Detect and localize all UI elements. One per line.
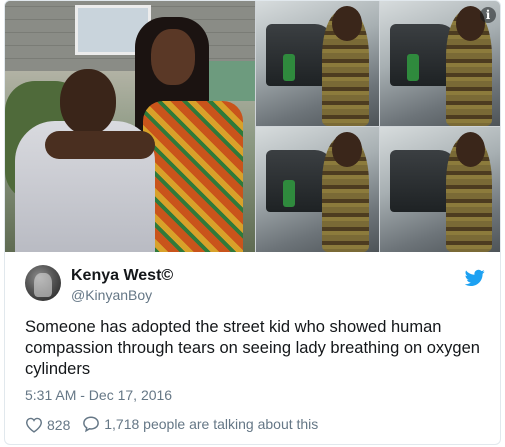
kid-head [455, 132, 485, 167]
author-name[interactable]: Kenya West© [71, 267, 173, 285]
photo-car-window-4[interactable] [380, 127, 500, 252]
tweet-actions: 828 1,718 people are talking about this [25, 415, 318, 435]
avatar[interactable] [25, 265, 61, 301]
kid-head [332, 6, 362, 41]
tweet-card[interactable]: i Kenya West© @KinyanBoy Someone has ado… [4, 0, 501, 445]
twitter-bird-icon[interactable] [465, 269, 485, 287]
woman-arm [45, 131, 155, 159]
author-handle[interactable]: @KinyanBoy [71, 287, 152, 303]
photo-car-window-3[interactable] [256, 127, 379, 252]
photo-car-window-1[interactable] [256, 1, 379, 126]
oxygen-tube [283, 179, 296, 207]
tweet-text: Someone has adopted the street kid who s… [25, 318, 480, 378]
like-count: 828 [47, 417, 71, 433]
speech-bubble-icon [83, 416, 100, 433]
tweet-timestamp[interactable]: 5:31 AM - Dec 17, 2016 [25, 387, 172, 403]
avatar-figure [34, 273, 52, 297]
oxygen-tube [406, 53, 420, 81]
like-button[interactable]: 828 [25, 417, 70, 433]
oxygen-tube [283, 53, 296, 81]
heart-icon [25, 417, 43, 433]
conversation-link[interactable]: 1,718 people are talking about this [82, 415, 318, 433]
woman-dress [143, 101, 243, 252]
woman-face [151, 29, 195, 85]
tweet-header: Kenya West© @KinyanBoy [25, 265, 485, 309]
boy-head [60, 69, 116, 135]
talking-count: 1,718 people are talking about this [104, 416, 319, 432]
info-icon[interactable]: i [480, 7, 496, 23]
kid-head [332, 132, 362, 167]
tweet-media-grid[interactable]: i [5, 1, 500, 252]
photo-boy-and-woman[interactable] [5, 1, 255, 252]
